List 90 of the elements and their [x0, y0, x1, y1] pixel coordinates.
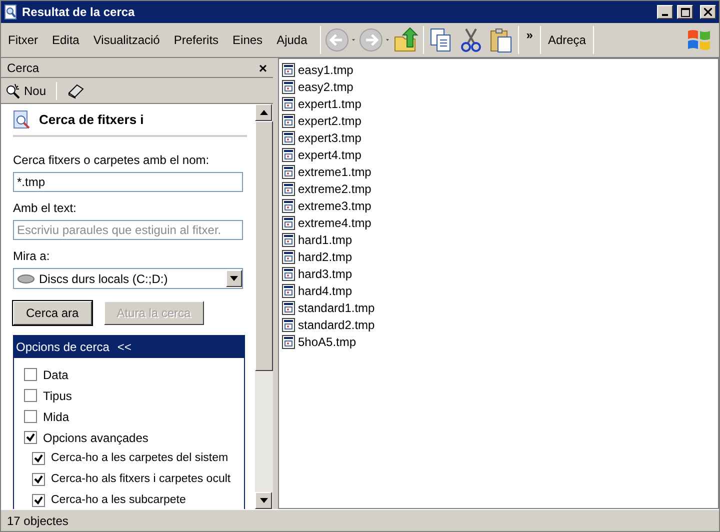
- file-item[interactable]: hard2.tmp: [282, 248, 715, 265]
- pane-title: Cerca: [7, 60, 40, 76]
- menu-item[interactable]: Ajuda: [270, 31, 314, 49]
- close-button[interactable]: [700, 5, 716, 19]
- option-label: Mida: [43, 408, 70, 426]
- field-label: Amb el text:: [13, 200, 78, 217]
- file-icon: [282, 148, 295, 162]
- file-item[interactable]: expert1.tmp: [282, 95, 715, 112]
- search-document-icon: [13, 110, 31, 130]
- file-item[interactable]: extreme4.tmp: [282, 214, 715, 231]
- file-icon: [282, 114, 295, 128]
- up-arrow-icon: [260, 110, 268, 115]
- text-field[interactable]: Escriviu paraules que estiguin al fitxer.: [13, 220, 243, 240]
- file-item[interactable]: extreme3.tmp: [282, 197, 715, 214]
- file-item[interactable]: expert4.tmp: [282, 146, 715, 163]
- file-icon: [282, 300, 295, 314]
- scroll-up-button[interactable]: [255, 104, 272, 121]
- name-field[interactable]: *.tmp: [13, 172, 243, 192]
- file-item[interactable]: hard3.tmp: [282, 265, 715, 282]
- menu-item[interactable]: Preferits: [166, 31, 226, 49]
- field-label: Mira a:: [13, 248, 51, 265]
- file-item[interactable]: easy2.tmp: [282, 78, 715, 95]
- file-icon: [282, 96, 295, 110]
- menu-item[interactable]: Eines: [226, 31, 270, 49]
- file-icon: [282, 164, 295, 178]
- scissors-icon[interactable]: [460, 27, 482, 53]
- file-item[interactable]: standard2.tmp: [282, 316, 715, 333]
- option-label: Cerca-ho als fitxers i carpetes ocult: [51, 472, 231, 487]
- file-icon: [282, 80, 295, 94]
- options-header[interactable]: Opcions de cerca <<: [14, 336, 244, 358]
- clipboard-icon[interactable]: [488, 27, 514, 53]
- down-arrow-icon: [260, 498, 268, 503]
- option-label: Tipus: [43, 388, 72, 404]
- scrollbar-thumb[interactable]: [255, 121, 273, 371]
- menu-item[interactable]: Fitxer: [1, 31, 45, 49]
- status-text: 17 objectes: [7, 512, 68, 530]
- file-item[interactable]: expert3.tmp: [282, 129, 715, 146]
- search-window-icon: [4, 4, 18, 20]
- file-item[interactable]: extreme1.tmp: [282, 163, 715, 180]
- maximize-icon: [680, 8, 690, 16]
- checkbox[interactable]: [24, 431, 37, 444]
- pane-close-button[interactable]: ×: [258, 60, 267, 74]
- file-icon: [282, 198, 295, 212]
- file-item[interactable]: extreme2.tmp: [282, 180, 715, 197]
- toolbar-overflow-button[interactable]: »: [523, 26, 536, 44]
- checkbox[interactable]: [24, 368, 37, 381]
- scroll-down-button[interactable]: [255, 492, 272, 509]
- file-icon: [282, 334, 295, 348]
- file-item[interactable]: expert2.tmp: [282, 112, 715, 129]
- checkbox[interactable]: [32, 452, 45, 465]
- folder-up-icon[interactable]: [393, 27, 420, 53]
- option-label: Opcions avançades: [43, 430, 148, 446]
- window-title: Resultat de la cerca: [22, 4, 136, 21]
- option-label: Data: [43, 366, 68, 384]
- option-label: Cerca-ho a les carpetes del sistem: [51, 450, 228, 466]
- file-icon: [282, 284, 295, 298]
- file-icon: [282, 130, 295, 144]
- minimize-button[interactable]: [657, 5, 673, 19]
- address-label: Adreça: [546, 32, 587, 49]
- maximize-button[interactable]: [677, 5, 693, 19]
- menu-item[interactable]: Visualització: [86, 31, 167, 49]
- look-in-dropdown[interactable]: Discs durs locals (C:;D:): [13, 268, 243, 289]
- menu-item[interactable]: Edita: [45, 31, 86, 49]
- windows-logo: [685, 27, 713, 53]
- file-item[interactable]: hard4.tmp: [282, 282, 715, 299]
- magnifier-icon: [5, 82, 21, 98]
- file-icon: [282, 216, 295, 230]
- field-label: Cerca fitxers o carpetes amb el nom:: [13, 152, 210, 169]
- book-icon[interactable]: [67, 82, 86, 98]
- file-item[interactable]: hard1.tmp: [282, 231, 715, 248]
- new-search-button[interactable]: Nou: [5, 82, 46, 100]
- hard-drive-icon: [17, 274, 35, 284]
- file-icon: [282, 232, 295, 246]
- file-icon: [282, 250, 295, 264]
- file-item[interactable]: easy1.tmp: [282, 61, 715, 78]
- checkbox[interactable]: [24, 410, 37, 423]
- section-heading: Cerca de fitxers i: [39, 111, 144, 130]
- file-icon: [282, 182, 295, 196]
- file-item[interactable]: 5hoA5.tmp: [282, 333, 715, 350]
- caret-icon: [230, 276, 238, 281]
- close-icon: [704, 8, 712, 16]
- file-icon: [282, 62, 295, 76]
- option-label: Cerca-ho a les subcarpete: [51, 492, 186, 508]
- search-button[interactable]: Cerca ara: [13, 301, 92, 325]
- file-icon: [282, 318, 295, 332]
- file-icon: [282, 266, 295, 280]
- checkbox[interactable]: [32, 473, 45, 486]
- checkbox[interactable]: [32, 494, 45, 507]
- checkbox[interactable]: [24, 389, 37, 402]
- file-item[interactable]: standard1.tmp: [282, 299, 715, 316]
